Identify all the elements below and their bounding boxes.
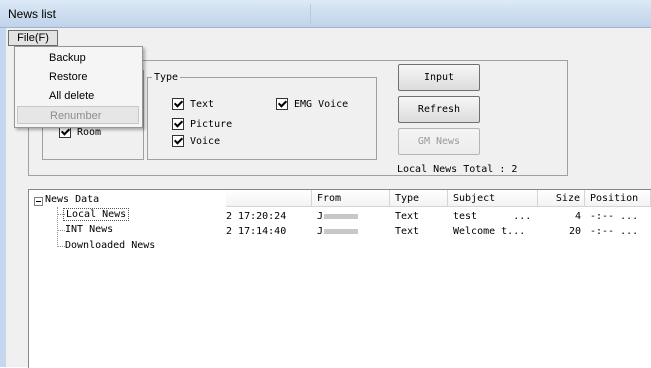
checkbox-label: Voice [190, 135, 221, 147]
cell-position: -:-- ... [590, 226, 639, 237]
cell-size: 4 [574, 211, 581, 222]
checkbox-picture[interactable]: Picture [172, 118, 232, 130]
checkbox-label: EMG Voice [294, 98, 349, 110]
local-news-total: Local News Total : 2 [397, 164, 518, 175]
checkbox-text[interactable]: Text [172, 98, 214, 110]
tree-guide-line [57, 207, 58, 247]
title-bar: News list [0, 0, 651, 28]
cell-time: 12 17:20:24 [226, 211, 287, 222]
column-header-time[interactable] [226, 190, 312, 207]
redacted-name [324, 213, 359, 219]
checkbox-label: Text [190, 98, 215, 110]
column-header-size[interactable]: Size [538, 190, 585, 207]
checkbox-box[interactable] [172, 98, 184, 110]
title-divider [310, 4, 311, 24]
input-button[interactable]: Input [398, 64, 480, 91]
checkbox-box[interactable] [172, 135, 184, 147]
cell-subject: test ... [453, 211, 532, 222]
menu-item-backup[interactable]: Backup [17, 49, 139, 67]
collapse-icon[interactable] [34, 197, 43, 206]
news-list[interactable]: From Type Subject Size Position 12 17:20… [226, 189, 651, 368]
tree-guide-line [57, 230, 65, 231]
window-title: News list [8, 7, 57, 21]
tree-item-int-news[interactable]: INT News [65, 224, 113, 235]
cell-from: J [317, 211, 359, 222]
checkbox-box[interactable] [276, 98, 288, 110]
gm-news-button[interactable]: GM News [398, 128, 480, 155]
window-left-edge [0, 28, 6, 367]
cell-from: J [317, 226, 359, 237]
file-dropdown-menu: Backup Restore All delete Renumber [14, 46, 143, 128]
menu-item-all-delete[interactable]: All delete [17, 87, 139, 105]
cell-size: 20 [568, 226, 581, 237]
redacted-name [324, 228, 359, 234]
checkbox-label: Picture [190, 118, 233, 130]
cell-type: Text [395, 211, 420, 222]
column-header-subject[interactable]: Subject [448, 190, 538, 207]
tree-item-local-news[interactable]: Local News [63, 208, 130, 221]
checkbox-box[interactable] [172, 118, 184, 130]
menu-bar [6, 28, 651, 45]
cell-time: 12 17:14:40 [226, 226, 287, 237]
menu-item-renumber[interactable]: Renumber [17, 106, 139, 124]
tree-root[interactable]: News Data [45, 194, 99, 205]
column-header-from[interactable]: From [312, 190, 390, 207]
cell-position: -:-- ... [590, 211, 639, 222]
news-tree[interactable]: News Data Local News INT News Downloaded… [28, 189, 227, 368]
checkbox-emg-voice[interactable]: EMG Voice [276, 98, 348, 110]
file-menu[interactable]: File(F) [8, 30, 58, 46]
refresh-button[interactable]: Refresh [398, 96, 480, 123]
column-header-type[interactable]: Type [390, 190, 448, 207]
tree-guide-line [57, 246, 65, 247]
checkbox-label: Room [77, 126, 102, 138]
type-legend: Type [154, 72, 179, 83]
tree-item-downloaded-news[interactable]: Downloaded News [65, 240, 155, 251]
column-header-position[interactable]: Position [585, 190, 651, 207]
cell-type: Text [395, 226, 420, 237]
checkbox-voice[interactable]: Voice [172, 135, 220, 147]
menu-item-restore[interactable]: Restore [17, 68, 139, 86]
cell-subject: Welcome t... [453, 226, 526, 237]
